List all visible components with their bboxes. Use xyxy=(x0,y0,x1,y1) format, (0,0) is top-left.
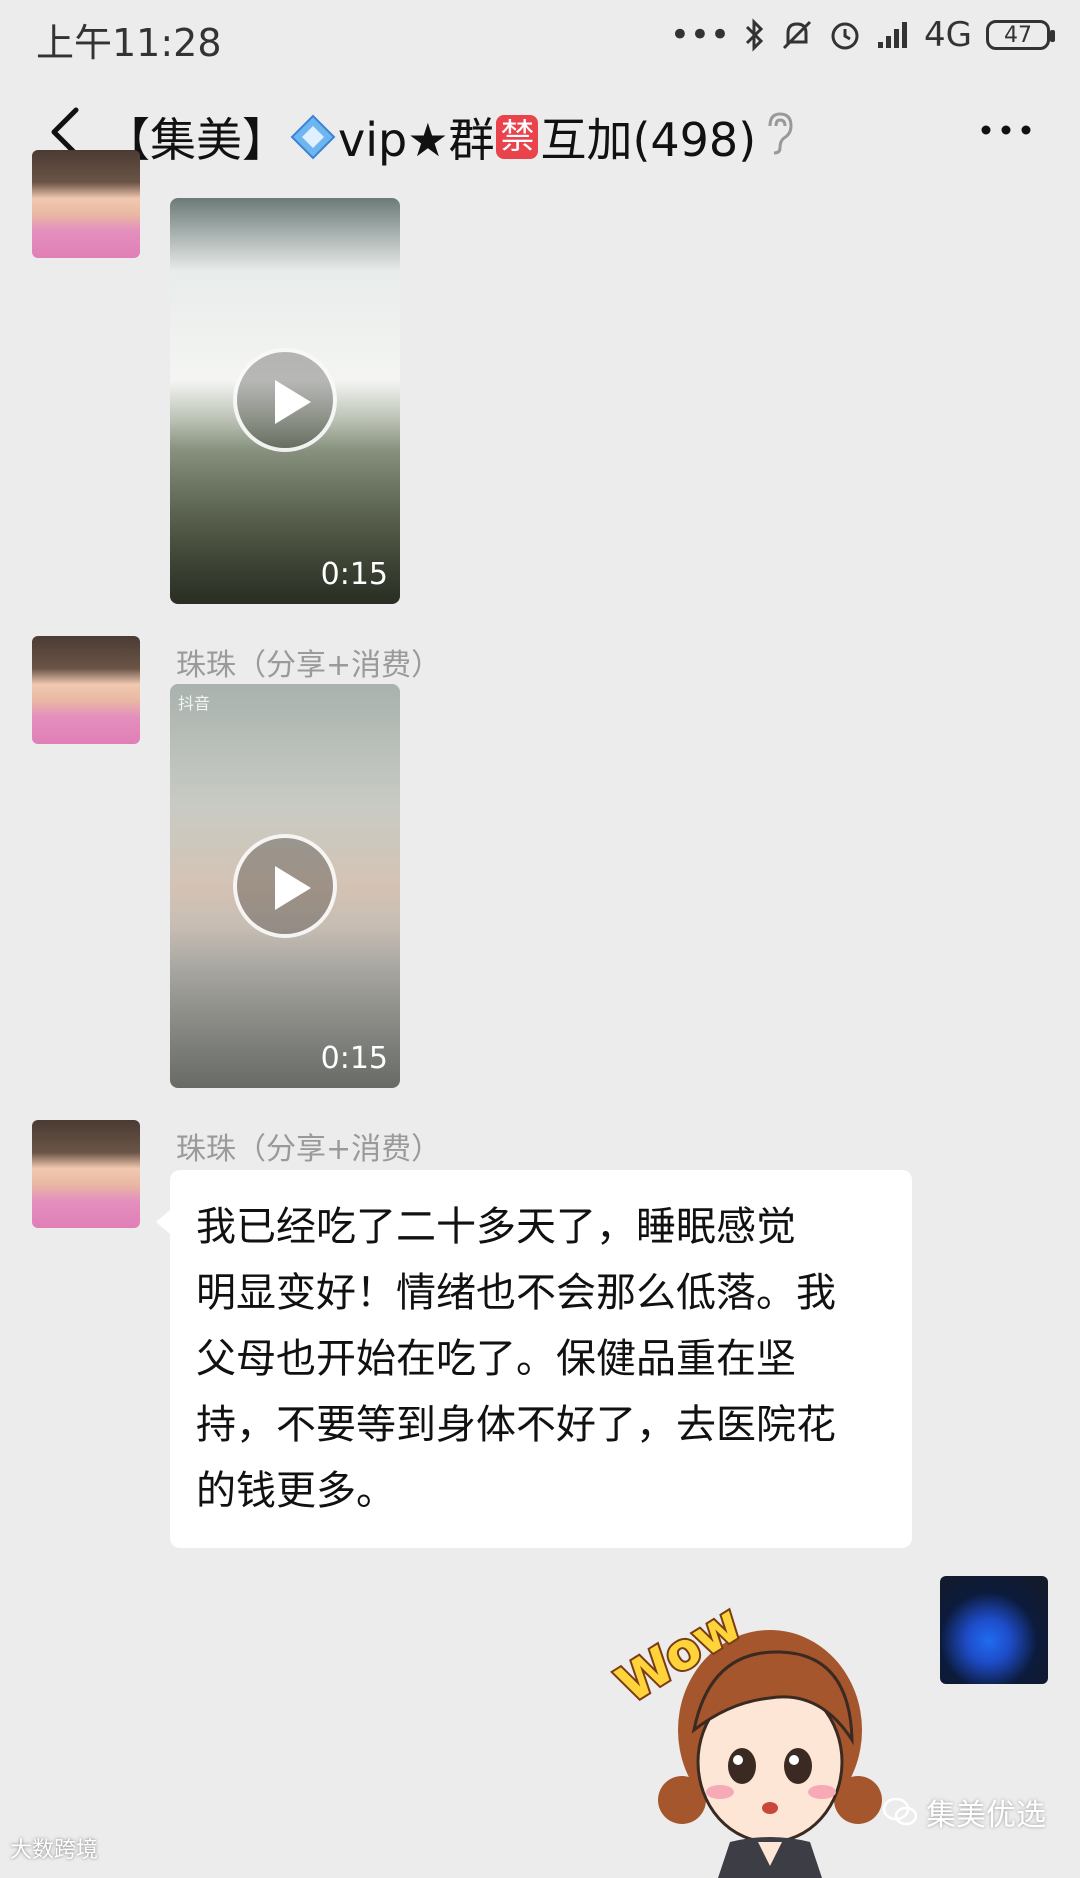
message-line: 我已经吃了二十多天了，睡眠感觉 xyxy=(196,1204,796,1250)
message-line: 的钱更多。 xyxy=(196,1468,396,1514)
text-message-bubble[interactable]: 我已经吃了二十多天了，睡眠感觉 明显变好！情绪也不会那么低落。我 父母也开始在吃… xyxy=(156,1170,912,1548)
blue-diamond-icon xyxy=(290,114,336,160)
title-vip: vip★群 xyxy=(338,113,495,167)
sender-avatar[interactable] xyxy=(32,636,140,744)
mute-bell-icon xyxy=(782,20,812,50)
wechat-icon xyxy=(882,1797,918,1826)
watermark-left: 大数跨境 xyxy=(10,1832,98,1864)
bluetooth-icon xyxy=(745,18,764,52)
watermark-right-text: 集美优选 xyxy=(926,1798,1046,1833)
video-duration: 0:15 xyxy=(320,557,388,592)
status-bar: 上午11:28 ••• 4G 47 xyxy=(0,0,1080,70)
more-options-icon[interactable] xyxy=(976,110,1036,150)
chat-header: 【集美】 vip★群 禁 互加(498) xyxy=(0,80,1080,190)
earpiece-mode-icon xyxy=(768,112,793,155)
sender-name: 珠珠（分享+消费） xyxy=(176,1132,442,1167)
tiktok-watermark: 抖音 xyxy=(178,694,211,713)
video-message[interactable]: 抖音 0:15 xyxy=(170,684,400,1088)
group-title: 【集美】 vip★群 禁 互加(498) xyxy=(104,104,756,170)
sender-avatar[interactable] xyxy=(32,150,140,258)
battery-icon: 47 xyxy=(986,20,1055,50)
sender-name: 珠珠（分享+消费） xyxy=(176,648,442,683)
title-suffix: 互加(498) xyxy=(540,113,757,167)
message-line: 明显变好！情绪也不会那么低落。我 xyxy=(196,1270,836,1316)
alarm-icon xyxy=(831,22,859,50)
play-icon[interactable] xyxy=(233,834,337,938)
status-time: 上午11:28 xyxy=(36,21,222,65)
wow-girl-sticker[interactable]: Wow xyxy=(590,1580,910,1878)
video-duration: 0:15 xyxy=(320,1041,388,1076)
more-dots-icon: ••• xyxy=(669,15,731,55)
video-message[interactable]: 0:15 xyxy=(170,198,400,604)
watermark-left-text: 大数跨境 xyxy=(10,1838,99,1863)
status-icons: ••• 4G 47 xyxy=(669,10,1055,60)
ban-badge: 禁 xyxy=(496,115,539,159)
battery-level: 47 xyxy=(1004,22,1032,48)
watermark-right: 集美优选 xyxy=(882,1790,1046,1834)
sender-avatar[interactable] xyxy=(32,1120,140,1228)
chat-screen: 上午11:28 ••• 4G 47 【集美】 vip★群 禁 互加(498) 0… xyxy=(0,0,1080,1878)
own-avatar[interactable] xyxy=(940,1576,1048,1684)
message-line: 父母也开始在吃了。保健品重在坚 xyxy=(196,1336,796,1382)
play-icon[interactable] xyxy=(233,348,337,452)
signal-icon xyxy=(878,22,908,48)
message-line: 持，不要等到身体不好了，去医院花 xyxy=(196,1402,836,1448)
network-type: 4G xyxy=(924,15,972,55)
